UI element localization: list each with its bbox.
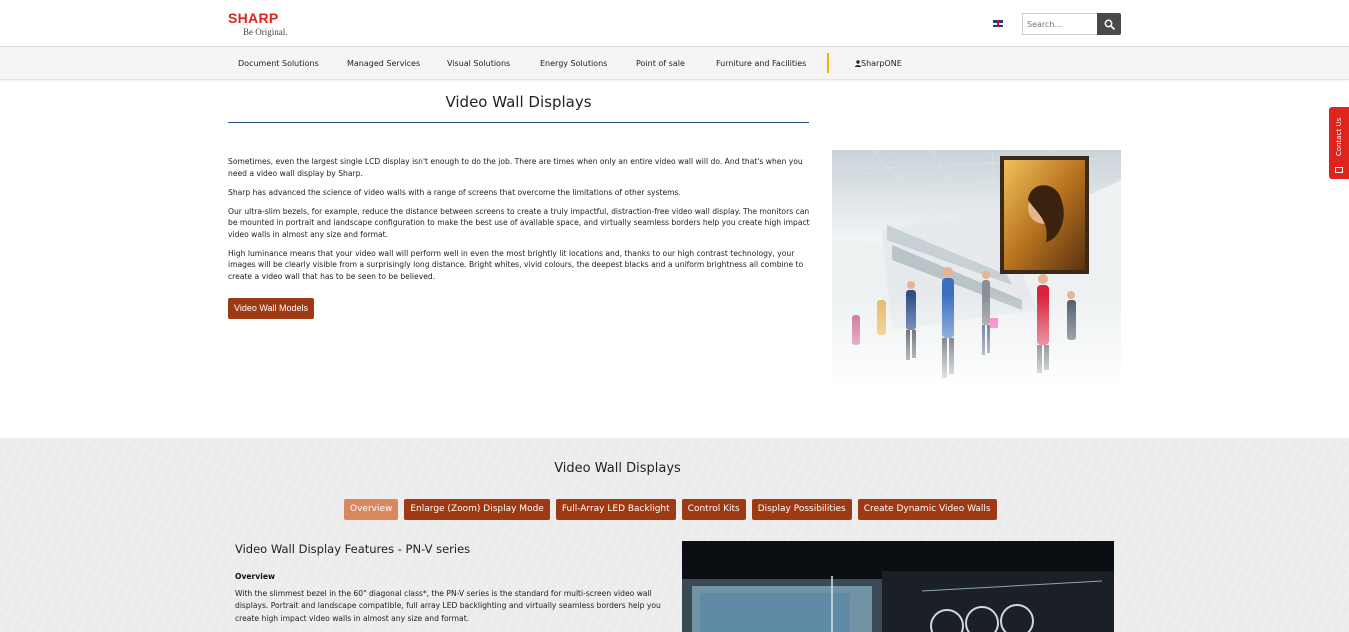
section-title: Video Wall Displays [554,461,681,476]
mail-icon [1335,167,1343,173]
tab-control-kits[interactable]: Control Kits [681,499,746,520]
nav-item-point-of-sale[interactable]: Point of sale [636,59,685,68]
overview-text: With the slimmest bezel in the 60" diago… [235,589,661,623]
uk-flag-icon[interactable] [993,20,1003,27]
features-heading: Video Wall Display Features - PN-V serie… [235,542,471,556]
tab-create-dynamic[interactable]: Create Dynamic Video Walls [857,499,997,520]
sharp-logo[interactable]: SHARP Be Original. [228,10,308,38]
nav-item-managed-services[interactable]: Managed Services [347,59,420,68]
nav-divider [827,53,829,73]
intro-paragraph: Our ultra-slim bezels, for example, redu… [228,206,810,239]
site-header: SHARP Be Original. [0,0,1349,47]
search-input[interactable] [1022,13,1097,35]
intro-paragraph: High luminance means that your video wal… [228,248,804,281]
tab-display-possibilities[interactable]: Display Possibilities [751,499,852,520]
mall-video-wall-illustration [832,150,1121,391]
search-button[interactable] [1097,13,1121,35]
contact-us-label: Contact Us [1335,117,1343,157]
sharpone-label: SharpONE [861,59,902,68]
tab-overview[interactable]: Overview [344,499,399,520]
nav-item-furniture-facilities[interactable]: Furniture and Facilities [716,59,806,68]
nav-item-visual-solutions[interactable]: Visual Solutions [447,59,510,68]
tab-full-array-led[interactable]: Full-Array LED Backlight [555,499,676,520]
feature-image [682,541,1114,632]
logo-wordmark: SHARP [228,10,279,26]
page-title: Video Wall Displays [445,93,592,111]
intro-paragraph: Sharp has advanced the science of video … [228,187,681,197]
overview-label: Overview [235,572,276,581]
tab-enlarge-zoom[interactable]: Enlarge (Zoom) Display Mode [404,499,550,520]
title-underline [228,122,809,123]
logo-tagline: Be Original. [243,27,288,37]
contact-us-tab[interactable]: Contact Us [1329,107,1349,179]
search-icon [1104,19,1115,30]
intro-paragraph: Sometimes, even the largest single LCD d… [228,157,803,178]
hero-image [832,150,1121,391]
nav-item-sharpone[interactable]: SharpONE [855,59,902,68]
main-nav: Document Solutions Managed Services Visu… [0,47,1349,80]
feature-tabs: Overview Enlarge (Zoom) Display Mode Ful… [344,499,997,520]
nav-item-energy-solutions[interactable]: Energy Solutions [540,59,607,68]
video-wall-models-button[interactable]: Video Wall Models [228,298,315,319]
intro-text: Sometimes, even the largest single LCD d… [228,156,816,290]
video-wall-closeup-image [682,541,1114,632]
nav-item-document-solutions[interactable]: Document Solutions [238,59,319,68]
features-section: Video Wall Displays Overview Enlarge (Zo… [0,438,1349,632]
